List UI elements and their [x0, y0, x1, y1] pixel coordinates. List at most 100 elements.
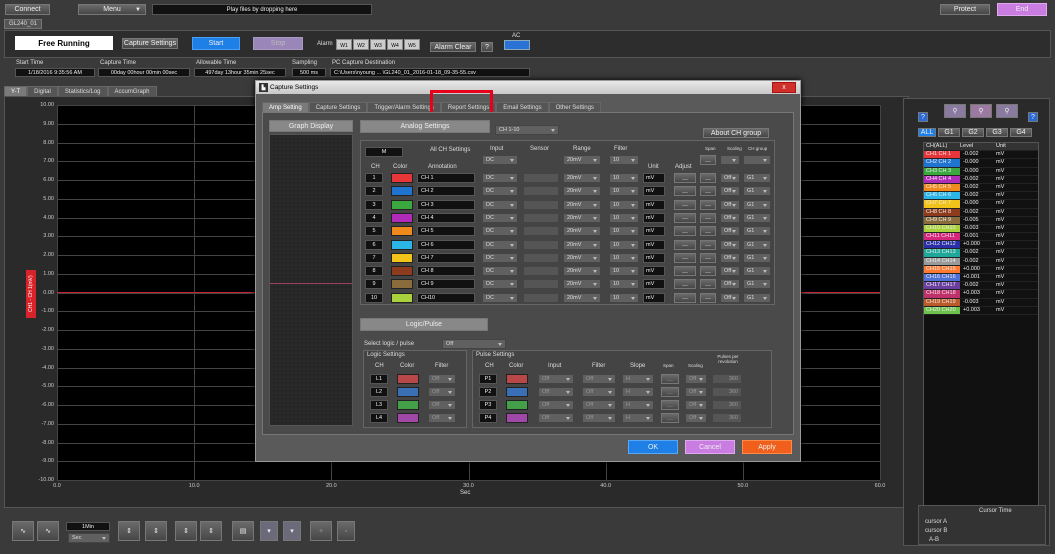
row-group-select[interactable]: G1 — [743, 199, 771, 210]
group-tab-g4[interactable]: G4 — [1010, 128, 1032, 137]
row-unit-field[interactable]: mV — [643, 212, 665, 223]
select-logic-select[interactable]: Off — [442, 339, 506, 349]
ch-range-select[interactable]: CH 1-10 — [495, 125, 559, 135]
row-filter-select[interactable]: 10 — [609, 226, 639, 237]
row-annotation-input[interactable]: CH 3 — [417, 199, 475, 210]
tab-digital[interactable]: Digital — [27, 86, 58, 96]
row-span-button[interactable]: ... — [700, 292, 716, 303]
right-help2-button[interactable]: ? — [1028, 112, 1038, 122]
row-sensor-select[interactable] — [523, 266, 559, 277]
row-annotation-input[interactable]: CH 7 — [417, 252, 475, 263]
row-scaling-select[interactable]: Off — [720, 186, 740, 197]
start-button[interactable]: Start — [192, 37, 240, 50]
pulse-input-select[interactable]: Off — [538, 374, 574, 384]
channel-row[interactable]: CH20 CH20 +0.003 mV — [924, 306, 1038, 315]
row-group-select[interactable]: G1 — [743, 292, 771, 303]
group-tab-g2[interactable]: G2 — [962, 128, 984, 137]
tab-other-settings[interactable]: Other Settings — [548, 102, 601, 112]
row-adjust-button[interactable]: ... — [674, 226, 696, 237]
row-sensor-select[interactable] — [523, 199, 559, 210]
all-span-button[interactable]: ... — [700, 155, 716, 165]
row-range-select[interactable]: 20mV — [563, 279, 601, 290]
pulse-slope-select[interactable]: H — [622, 413, 654, 423]
apply-button[interactable]: Apply — [742, 440, 792, 454]
connect-button[interactable]: Connect — [5, 4, 50, 15]
row-range-select[interactable]: 20mV — [563, 239, 601, 250]
pulse-scaling-select[interactable]: Off — [685, 374, 707, 384]
row-sensor-select[interactable] — [523, 186, 559, 197]
row-range-select[interactable]: 20mV — [563, 266, 601, 277]
pulse-slope-select[interactable]: H — [622, 387, 654, 397]
row-range-select[interactable]: 20mV — [563, 252, 601, 263]
row-color-swatch[interactable] — [391, 239, 413, 250]
row-input-select[interactable]: DC — [482, 239, 518, 250]
tab-email-settings[interactable]: Email Settings — [496, 102, 549, 112]
row-scaling-select[interactable]: Off — [720, 173, 740, 183]
row-filter-select[interactable]: 10 — [609, 212, 639, 223]
scale-icon[interactable]: ⇕ — [118, 521, 140, 541]
channel-row[interactable]: CH6 CH 6 -0.002 mV — [924, 192, 1038, 201]
waveform-icon[interactable]: ∿ — [12, 521, 34, 541]
row-filter-select[interactable]: 10 — [609, 252, 639, 263]
channel-row[interactable]: CH1 CH 1 -0.002 mV — [924, 151, 1038, 160]
pulse-span-button[interactable]: ... — [661, 387, 679, 397]
row-filter-select[interactable]: 10 — [609, 199, 639, 210]
channel-row[interactable]: CH7 CH 7 -0.000 mV — [924, 200, 1038, 209]
logic-filter-select[interactable]: Off — [428, 374, 456, 384]
end-button[interactable]: End — [997, 3, 1047, 16]
row-input-select[interactable]: DC — [482, 252, 518, 263]
row-color-swatch[interactable] — [391, 226, 413, 237]
row-adjust-button[interactable]: ... — [674, 279, 696, 290]
pulse-ppr-field[interactable]: 360 — [712, 413, 742, 423]
row-group-select[interactable]: G1 — [743, 252, 771, 263]
logic-pulse-button[interactable]: Logic/Pulse — [360, 318, 488, 331]
row-adjust-button[interactable]: ... — [674, 266, 696, 277]
row-range-select[interactable]: 20mV — [563, 173, 601, 183]
row-scaling-select[interactable]: Off — [720, 266, 740, 277]
channel-row[interactable]: CH8 CH 8 -0.002 mV — [924, 208, 1038, 217]
row-annotation-input[interactable]: CH 8 — [417, 266, 475, 277]
group-tab-g1[interactable]: G1 — [938, 128, 960, 137]
channel-row[interactable]: CH3 CH 3 -0.000 mV — [924, 167, 1038, 176]
all-filter-select[interactable]: 10 — [609, 155, 639, 165]
row-annotation-input[interactable]: CH 6 — [417, 239, 475, 250]
row-annotation-input[interactable]: CH 4 — [417, 212, 475, 223]
row-scaling-select[interactable]: Off — [720, 212, 740, 223]
pulse-ppr-field[interactable]: 360 — [712, 374, 742, 384]
stop-button[interactable]: Stop — [253, 37, 303, 50]
logic-filter-select[interactable]: Off — [428, 387, 456, 397]
row-span-button[interactable]: ... — [700, 173, 716, 183]
pulse-span-button[interactable]: ... — [661, 400, 679, 410]
pulse-color-swatch[interactable] — [506, 400, 528, 410]
row-input-select[interactable]: DC — [482, 292, 518, 303]
scale-icon[interactable]: ⇕ — [200, 521, 222, 541]
row-scaling-select[interactable]: Off — [720, 226, 740, 237]
cursor-icon[interactable]: ▫ — [337, 521, 355, 541]
analog-settings-button[interactable]: Analog Settings — [360, 120, 490, 133]
logic-color-swatch[interactable] — [397, 413, 419, 423]
pulse-color-swatch[interactable] — [506, 374, 528, 384]
time-div-display[interactable]: 1Min — [66, 522, 110, 531]
row-adjust-button[interactable]: ... — [674, 199, 696, 210]
tab-accumgraph[interactable]: AccumGraph — [107, 86, 157, 96]
row-color-swatch[interactable] — [391, 199, 413, 210]
channel-row[interactable]: CH2 CH 2 -0.000 mV — [924, 159, 1038, 168]
row-sensor-select[interactable] — [523, 252, 559, 263]
tab-amp-setting[interactable]: Amp Setting — [262, 102, 309, 112]
pulse-color-swatch[interactable] — [506, 413, 528, 423]
row-sensor-select[interactable] — [523, 212, 559, 223]
waveform-icon[interactable]: ∿ — [37, 521, 59, 541]
pulse-slope-select[interactable]: H — [622, 400, 654, 410]
row-input-select[interactable]: DC — [482, 186, 518, 197]
row-input-select[interactable]: DC — [482, 212, 518, 223]
display-icon[interactable]: ▤ — [232, 521, 254, 541]
row-sensor-select[interactable] — [523, 239, 559, 250]
channel-row[interactable]: CH10 CH10 -0.003 mV — [924, 224, 1038, 234]
pulse-filter-select[interactable]: Off — [582, 400, 616, 410]
channel-row[interactable]: CH14 CH14 -0.002 mV — [924, 257, 1038, 266]
pulse-scaling-select[interactable]: Off — [685, 387, 707, 397]
graph-display-button[interactable]: Graph Display — [269, 120, 353, 132]
pulse-slope-select[interactable]: H — [622, 374, 654, 384]
logic-color-swatch[interactable] — [397, 387, 419, 397]
pulse-filter-select[interactable]: Off — [582, 374, 616, 384]
